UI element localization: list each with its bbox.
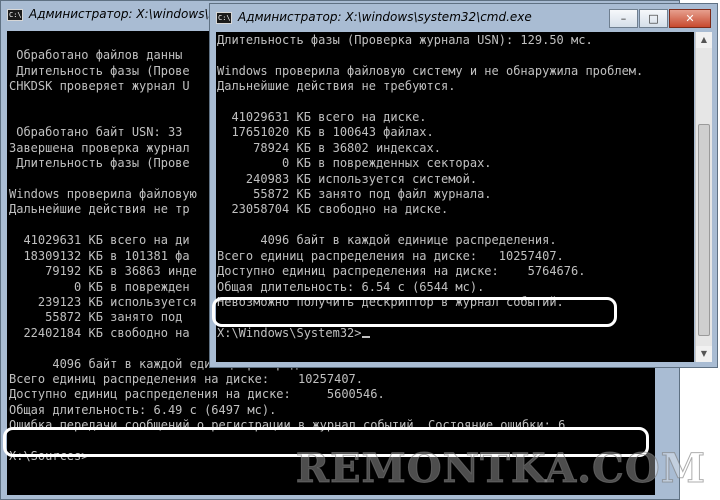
text-cursor [361, 335, 370, 338]
front-window-line: 78924 КБ в 36802 индексах. [217, 140, 441, 155]
front-window-line: Windows проверила файловую систему и не … [217, 63, 644, 78]
back-window-line: Дальнейшие действия не тр [9, 202, 190, 217]
front-window-line: Дальнейшие действия не требуются. [217, 79, 456, 94]
scroll-down-arrow-icon[interactable]: ▼ [696, 346, 712, 362]
front-window-title: Администратор: X:\windows\system32\cmd.e… [238, 10, 532, 24]
back-window-line: 41029631 КБ всего на ди [9, 233, 190, 248]
front-window-line: Длительность фазы (Проверка журнала USN)… [217, 33, 593, 47]
back-window-line: Обработано байт USN: 33 [9, 125, 183, 140]
front-window-line: 17651020 КБ в 100643 файлах. [217, 125, 434, 140]
scroll-thumb[interactable] [698, 124, 710, 336]
back-window-line: 239123 КБ используется [9, 294, 197, 309]
back-window-line: 22402184 КБ свободно на [9, 325, 190, 340]
front-window-line: 55872 КБ занято под файл журнала. [217, 187, 492, 202]
back-window-line: Обработано файлов данны [9, 48, 183, 63]
window-controls: – □ ✕ [608, 9, 711, 28]
back-window-line: Доступно единиц распределения на диске: … [9, 387, 385, 402]
back-window-line: Windows проверила файловую [9, 187, 197, 202]
cmd-icon: C:\ [216, 12, 232, 24]
front-window-line: 0 КБ в поврежденных секторах. [217, 156, 492, 171]
maximize-button[interactable]: □ [639, 9, 668, 28]
front-window-line: 4096 байт в каждой единице распределения… [217, 233, 557, 248]
back-window-line: 79192 КБ в 36863 инде [9, 264, 197, 279]
cmd-icon: C:\ [7, 9, 23, 21]
close-button[interactable]: ✕ [669, 9, 711, 28]
back-window-line: CHKDSK проверяет журнал U [9, 79, 190, 94]
front-window-line: Доступно единиц распределения на диске: … [217, 264, 586, 279]
back-window-title: Администратор: X:\windows\sy [29, 7, 222, 21]
front-window-line: 240983 КБ используется системой. [217, 171, 478, 186]
front-console-text: Длительность фазы (Проверка журнала USN)… [216, 32, 694, 341]
back-window-line: 0 КБ в поврежден [9, 279, 190, 294]
back-window-line: 18309132 КБ в 101381 фа [9, 248, 190, 263]
back-window-line: Завершена проверка журнал [9, 140, 190, 155]
back-window-line: Общая длительность: 6.49 с (6497 мс). [9, 402, 277, 417]
front-error-highlight [212, 297, 617, 327]
back-window-line: 55872 КБ занято под [9, 310, 183, 325]
watermark-logo: REMONTKA.COM [295, 445, 706, 493]
back-window-line: Длительность фазы (Прове [9, 156, 190, 171]
front-scrollbar[interactable]: ▲ ▼ [695, 32, 712, 362]
front-window-line: Всего единиц распределения на диске: 102… [217, 248, 564, 263]
front-window-line: 23058704 КБ свободно на диске. [217, 202, 449, 217]
back-window-line: Длительность фазы (Прове [9, 63, 190, 78]
minimize-button[interactable]: – [609, 9, 638, 28]
scroll-up-arrow-icon[interactable]: ▲ [696, 32, 712, 48]
front-window-line: 41029631 КБ всего на диске. [217, 110, 427, 125]
front-window-titlebar[interactable]: C:\ Администратор: X:\windows\system32\c… [210, 4, 717, 32]
back-window-line: Всего единиц распределения на диске: 102… [9, 371, 364, 386]
front-window-line: Общая длительность: 6.54 с (6544 мс). [217, 279, 485, 294]
front-window-line: X:\Windows\System32> [217, 325, 362, 340]
